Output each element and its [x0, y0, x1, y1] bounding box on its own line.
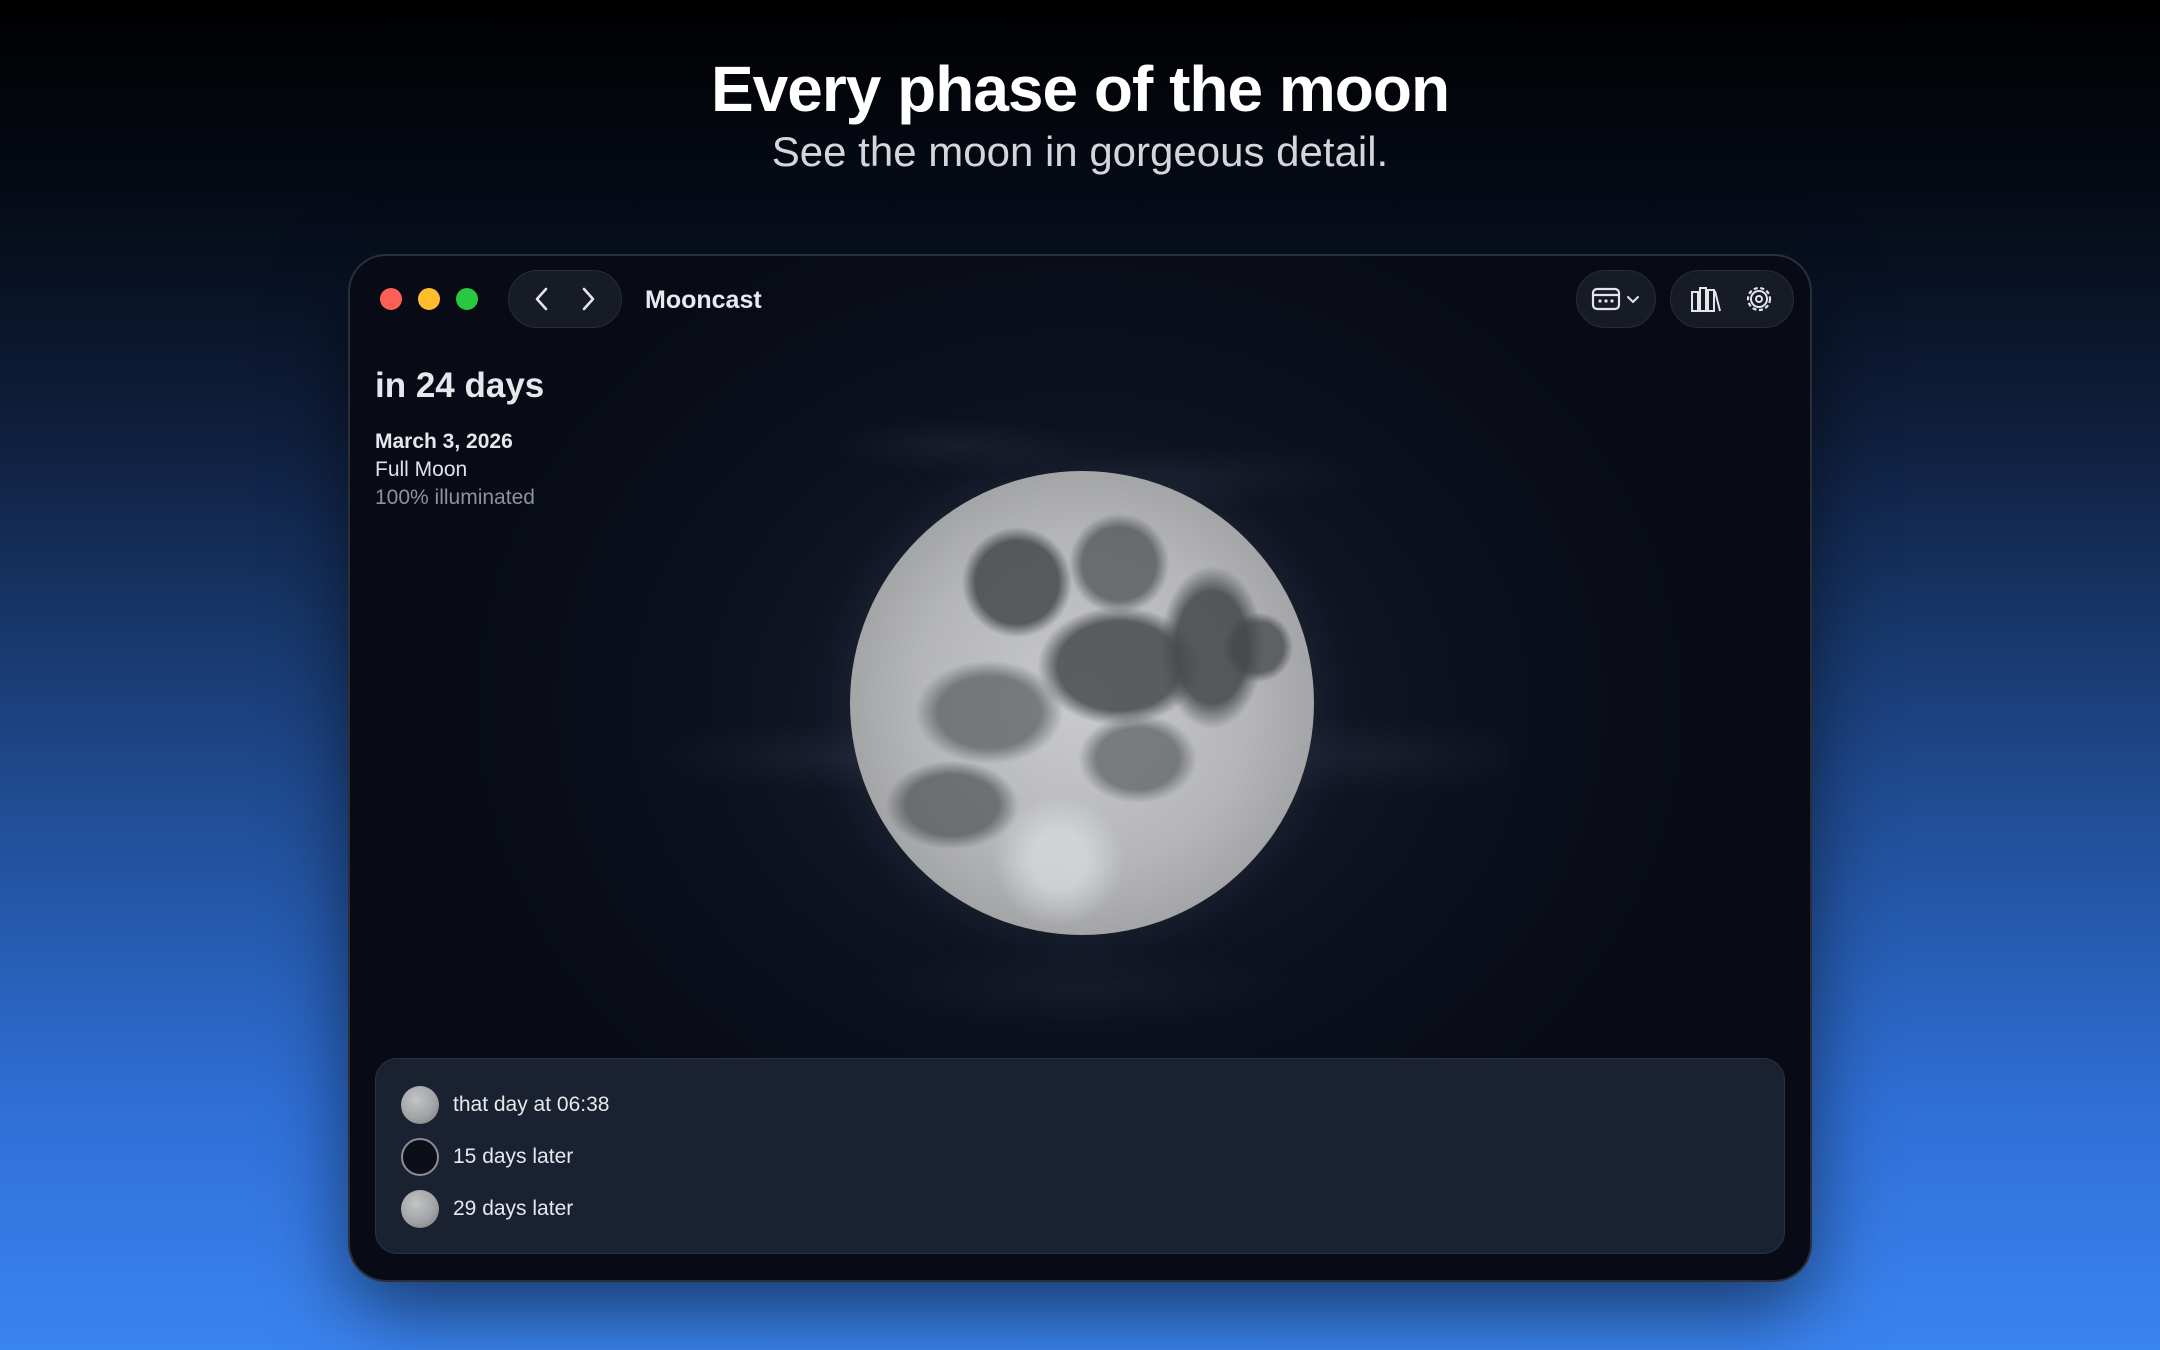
list-item-label: 29 days later: [453, 1197, 574, 1220]
toolbar-group: [1670, 270, 1794, 328]
minimize-button[interactable]: [418, 288, 440, 310]
phase-info: in 24 days March 3, 2026 Full Moon 100% …: [375, 366, 544, 512]
chevron-down-icon: [1627, 296, 1639, 303]
calendar-icon: [1591, 287, 1621, 311]
gear-icon: [1746, 286, 1772, 312]
list-item[interactable]: 29 days later: [401, 1183, 1759, 1235]
new-moon-icon: [401, 1138, 439, 1176]
window-controls: [380, 288, 478, 310]
upcoming-phases-panel: that day at 06:38 15 days later 29 days …: [375, 1058, 1785, 1254]
forward-button[interactable]: [568, 279, 608, 319]
library-button[interactable]: [1689, 279, 1723, 319]
full-moon-icon: [401, 1086, 439, 1124]
subheadline: See the moon in gorgeous detail.: [771, 128, 1389, 175]
navigation-group: [508, 270, 622, 328]
list-item-label: that day at 06:38: [453, 1093, 610, 1116]
zoom-button[interactable]: [456, 288, 478, 310]
list-item-label: 15 days later: [453, 1145, 574, 1168]
list-item[interactable]: 15 days later: [401, 1131, 1759, 1183]
phase-date: March 3, 2026: [375, 430, 513, 453]
library-icon: [1691, 287, 1721, 312]
calendar-menu-button[interactable]: [1591, 279, 1641, 319]
moon-image: [850, 471, 1314, 935]
illumination-label: 100% illuminated: [375, 486, 535, 509]
app-window: Mooncast in 24 days March 3, 2026 Full M…: [350, 256, 1810, 1280]
chevron-left-icon: [535, 287, 548, 311]
chevron-right-icon: [582, 287, 595, 311]
countdown-label: in 24 days: [375, 366, 545, 405]
date-picker-group: [1576, 270, 1656, 328]
list-item[interactable]: that day at 06:38: [401, 1079, 1759, 1131]
close-button[interactable]: [380, 288, 402, 310]
headline: Every phase of the moon: [710, 53, 1450, 125]
back-button[interactable]: [522, 279, 562, 319]
settings-button[interactable]: [1743, 279, 1775, 319]
phase-name: Full Moon: [375, 458, 468, 481]
window-title: Mooncast: [645, 286, 762, 314]
full-moon-icon: [401, 1190, 439, 1228]
